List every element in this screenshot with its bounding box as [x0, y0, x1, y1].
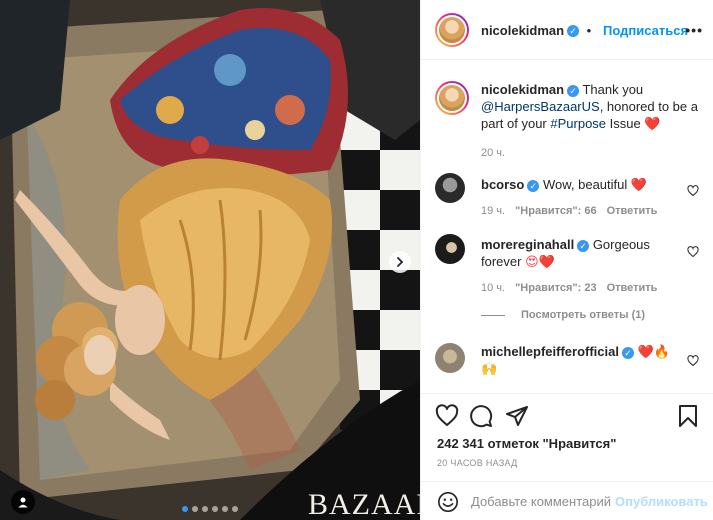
comment-item: michellepfeifferofficial ✓ ❤️🔥🙌	[435, 343, 699, 393]
carousel-dot	[232, 506, 238, 512]
add-comment-bar: Опубликовать	[421, 481, 713, 520]
user-icon	[18, 497, 28, 508]
carousel-dot	[222, 506, 228, 512]
comment-time[interactable]: 19 ч.	[481, 205, 505, 217]
reply-button[interactable]: Ответить	[607, 205, 658, 217]
comments-list[interactable]: nicolekidman ✓ Thank you @HarpersBazaarUS…	[421, 61, 713, 393]
view-replies-label: Посмотреть ответы (1)	[521, 309, 646, 321]
emoji-picker-icon[interactable]	[437, 491, 459, 513]
tagged-users-button[interactable]	[11, 490, 35, 514]
verified-badge-icon: ✓	[577, 239, 590, 252]
comment-icon[interactable]	[469, 404, 493, 428]
publish-button[interactable]: Опубликовать	[615, 494, 708, 509]
carousel-dot	[182, 506, 188, 512]
chevron-right-icon	[397, 257, 404, 267]
like-heart-icon[interactable]	[435, 404, 459, 428]
share-icon[interactable]	[505, 404, 529, 428]
like-comment-heart-icon[interactable]	[687, 185, 699, 197]
post-timestamp[interactable]: 20 ЧАСОВ НАЗАД	[437, 458, 518, 468]
emoji: 😍❤️	[525, 254, 555, 269]
avatar[interactable]	[435, 12, 469, 47]
hashtag-link[interactable]: #Purpose	[550, 116, 606, 131]
post-photo[interactable]: BAZAAR	[0, 0, 420, 520]
avatar[interactable]	[435, 81, 469, 115]
like-comment-heart-icon[interactable]	[687, 246, 699, 258]
likes-count[interactable]: 242 341 отметок "Нравится"	[437, 436, 616, 451]
more-options-icon[interactable]: •••	[685, 22, 703, 38]
comment-likes[interactable]: "Нравится": 23	[515, 282, 596, 294]
comment-username[interactable]: bcorso	[481, 177, 524, 192]
verified-badge-icon: ✓	[527, 179, 540, 192]
comment-input[interactable]	[471, 494, 611, 509]
caption-text: Issue	[606, 116, 641, 131]
comment-text: Wow, beautiful	[539, 177, 631, 192]
verified-badge-icon: ✓	[567, 84, 580, 97]
comment-likes[interactable]: "Нравится": 66	[515, 205, 596, 217]
post-side-panel: nicolekidman ✓ • Подписаться ••• nicoleki…	[420, 0, 713, 520]
caption-text: Thank you	[579, 82, 644, 97]
comment-item: morereginahall ✓ Gorgeous forever 😍❤️ 10 …	[435, 234, 699, 294]
comment-username[interactable]: morereginahall	[481, 237, 574, 252]
mention-link[interactable]: @HarpersBazaarUS	[481, 99, 600, 114]
save-bookmark-icon[interactable]	[677, 404, 699, 428]
caption-time[interactable]: 20 ч.	[481, 147, 505, 159]
carousel-dot	[192, 506, 198, 512]
reply-button[interactable]: Ответить	[607, 282, 658, 294]
comment-item: bcorso ✓ Wow, beautiful ❤️ 19 ч. "Нравится…	[435, 173, 699, 223]
heart-emoji: ❤️	[630, 177, 648, 192]
caption-username[interactable]: nicolekidman	[481, 82, 564, 97]
heart-emoji: ❤️	[644, 116, 661, 131]
follow-button[interactable]: Подписаться	[603, 23, 688, 38]
post-header: nicolekidman ✓ • Подписаться •••	[421, 0, 713, 60]
verified-badge-icon: ✓	[567, 24, 580, 37]
bazaar-watermark: BAZAAR	[308, 488, 420, 520]
post-actions: 242 341 отметок "Нравится" 20 ЧАСОВ НАЗА…	[421, 393, 713, 520]
comment-time[interactable]: 10 ч.	[481, 282, 505, 294]
carousel-dot	[202, 506, 208, 512]
avatar[interactable]	[435, 173, 465, 203]
next-slide-button[interactable]	[389, 251, 411, 273]
comment-username[interactable]: michellepfeifferofficial	[481, 344, 619, 359]
author-username[interactable]: nicolekidman	[481, 23, 564, 38]
verified-badge-icon: ✓	[621, 346, 634, 359]
carousel-dot	[212, 506, 218, 512]
avatar[interactable]	[435, 343, 465, 373]
replies-divider	[481, 314, 505, 316]
avatar[interactable]	[435, 234, 465, 264]
photo-image	[0, 0, 420, 520]
view-replies-button[interactable]: Посмотреть ответы (1)	[481, 309, 645, 321]
like-comment-heart-icon[interactable]	[687, 355, 699, 367]
